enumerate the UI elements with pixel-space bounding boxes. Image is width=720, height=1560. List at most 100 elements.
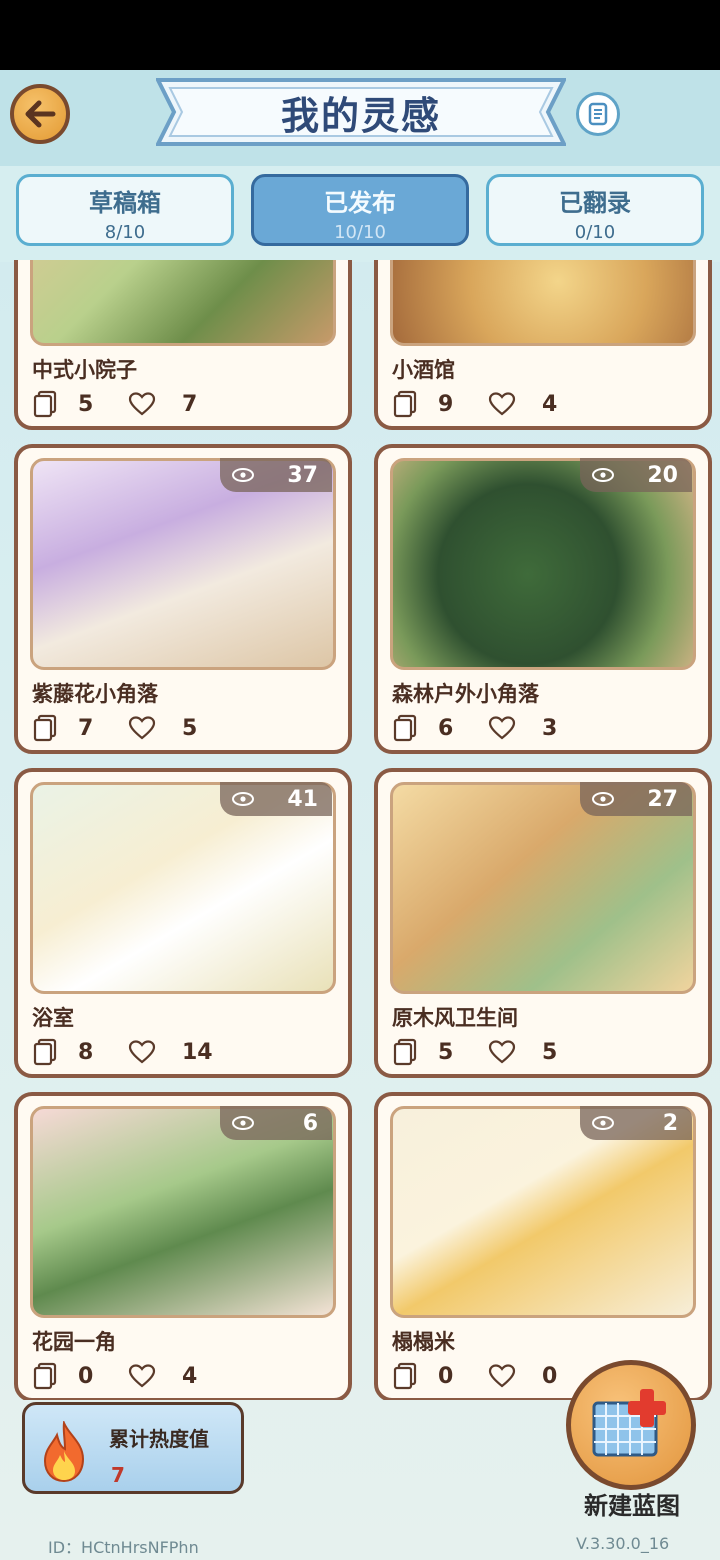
blueprint-add-icon [592,1389,666,1457]
flame-icon [43,1421,85,1483]
view-count-badge: 20 [580,458,692,492]
design-card[interactable]: 中式小院子 5 7 [14,260,352,430]
heart-icon[interactable] [488,392,516,416]
rules-button[interactable] [576,92,620,136]
status-bar [0,0,720,70]
view-count: 2 [662,1110,678,1136]
design-name: 榻榻米 [392,1330,455,1354]
copy-count: 0 [438,1363,454,1389]
view-count-badge: 6 [220,1106,332,1140]
tab-count: 0/10 [574,222,616,243]
view-count: 6 [302,1110,318,1136]
view-count-badge: 41 [220,782,332,816]
copy-count: 7 [78,715,94,741]
tab-label: 已翻录 [559,189,631,217]
heat-value-card[interactable]: 累计热度值 7 [22,1402,244,1494]
copy-count: 5 [78,391,94,417]
heart-icon[interactable] [488,1040,516,1064]
back-button[interactable] [10,84,70,144]
heart-icon[interactable] [128,392,156,416]
like-count: 14 [182,1039,213,1065]
copy-count: 8 [78,1039,94,1065]
copy-icon [33,1038,57,1066]
design-name: 浴室 [32,1006,74,1030]
design-name: 花园一角 [32,1330,116,1354]
design-card[interactable]: 37 紫藤花小角落 7 5 [14,444,352,754]
design-stats: 5 7 [32,388,197,420]
copy-icon [393,1362,417,1390]
design-stats: 7 5 [32,712,197,744]
copy-count: 9 [438,391,454,417]
design-card[interactable]: 2 榻榻米 0 0 [374,1092,712,1400]
like-count: 4 [542,391,558,417]
design-thumbnail [390,260,696,346]
page-title: 我的灵感 [280,93,441,138]
design-card[interactable]: 27 原木风卫生间 5 5 [374,768,712,1078]
view-count-badge: 27 [580,782,692,816]
copy-icon [33,390,57,418]
design-card[interactable]: 20 森林户外小角落 6 3 [374,444,712,754]
design-name: 中式小院子 [32,358,137,382]
like-count: 7 [182,391,198,417]
copy-count: 6 [438,715,454,741]
view-count-badge: 2 [580,1106,692,1140]
design-stats: 5 5 [392,1036,557,1068]
tab-count: 8/10 [104,222,146,243]
eye-icon [592,792,614,806]
view-count-badge: 37 [220,458,332,492]
inspiration-grid: 中式小院子 5 7 小酒馆 9 4 37 紫藤花小角落 7 5 20 森林户外小… [0,260,720,1400]
tab-published[interactable]: 已发布 10/10 [251,174,469,246]
new-blueprint-label[interactable]: 新建蓝图 [560,1486,704,1521]
view-count: 41 [287,786,318,812]
new-blueprint-button[interactable] [566,1360,696,1490]
heat-label: 累计热度值 [109,1427,209,1451]
design-stats: 9 4 [392,388,557,420]
design-card[interactable]: 6 花园一角 0 4 [14,1092,352,1400]
app-version: V.3.30.0_16 [576,1534,670,1553]
design-stats: 8 14 [32,1036,213,1068]
copy-icon [33,714,57,742]
like-count: 3 [542,715,558,741]
eye-icon [232,792,254,806]
eye-icon [592,1116,614,1130]
tab-label: 已发布 [324,189,396,217]
copy-icon [33,1362,57,1390]
like-count: 4 [182,1363,198,1389]
design-name: 小酒馆 [392,358,455,382]
design-card[interactable]: 41 浴室 8 14 [14,768,352,1078]
eye-icon [232,468,254,482]
scroll-icon [588,102,608,126]
tab-label: 草稿箱 [89,189,161,217]
heart-icon[interactable] [488,716,516,740]
design-name: 紫藤花小角落 [32,682,158,706]
heart-icon[interactable] [128,716,156,740]
design-thumbnail [30,260,336,346]
copy-icon [393,390,417,418]
copy-icon [393,714,417,742]
design-name: 森林户外小角落 [392,682,539,706]
heart-icon[interactable] [128,1364,156,1388]
design-card[interactable]: 小酒馆 9 4 [374,260,712,430]
heat-value: 7 [111,1463,125,1487]
view-count: 37 [287,462,318,488]
heart-icon[interactable] [128,1040,156,1064]
design-name: 原木风卫生间 [392,1006,518,1030]
like-count: 5 [182,715,198,741]
tab-copied[interactable]: 已翻录 0/10 [486,174,704,246]
copy-count: 5 [438,1039,454,1065]
eye-icon [592,468,614,482]
title-banner: 我的灵感 [156,74,566,150]
user-id: ID：HCtnHrsNFPhn [48,1538,199,1557]
design-stats: 0 0 [392,1360,557,1392]
heart-icon[interactable] [488,1364,516,1388]
tab-drafts[interactable]: 草稿箱 8/10 [16,174,234,246]
tab-count: 10/10 [334,222,386,243]
design-stats: 6 3 [392,712,557,744]
design-stats: 0 4 [32,1360,197,1392]
arrow-left-icon [25,100,56,128]
copy-count: 0 [78,1363,94,1389]
like-count: 5 [542,1039,558,1065]
eye-icon [232,1116,254,1130]
copy-icon [393,1038,417,1066]
like-count: 0 [542,1363,558,1389]
